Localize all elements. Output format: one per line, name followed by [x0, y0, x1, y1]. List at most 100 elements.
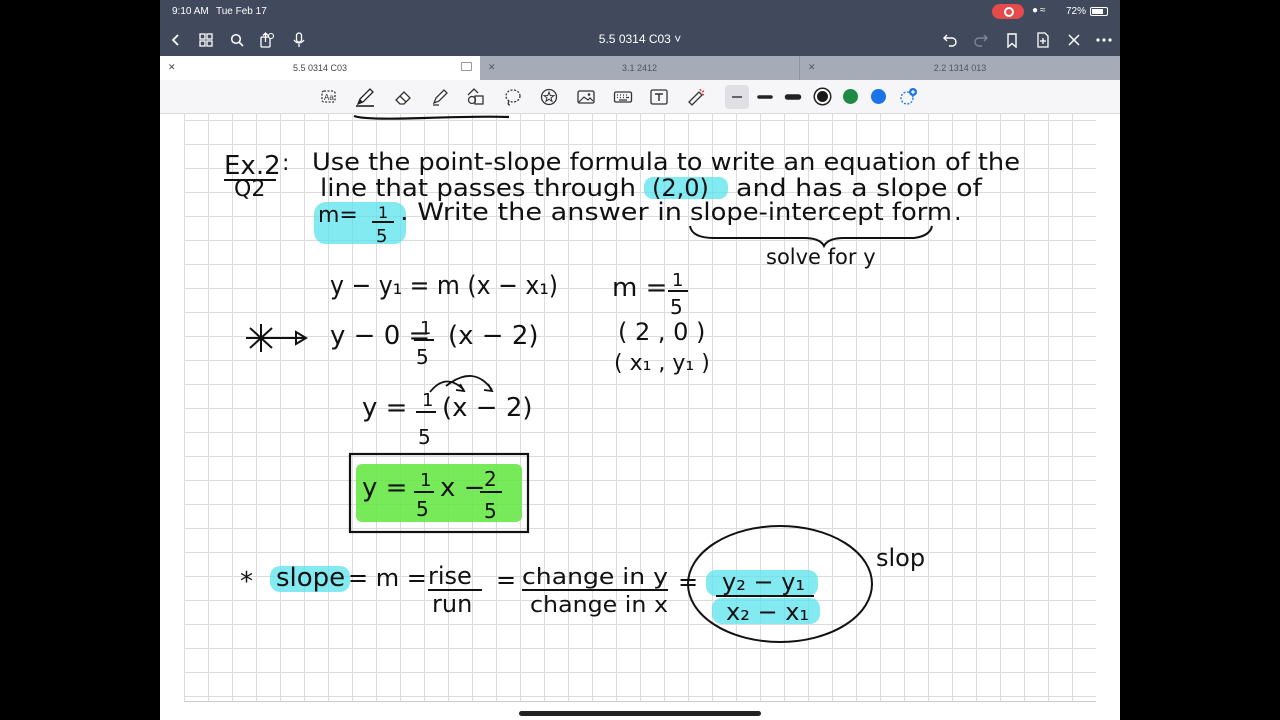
- given-m: m =: [612, 273, 667, 303]
- lasso-tool[interactable]: [501, 85, 525, 109]
- battery-icon: [1090, 7, 1108, 16]
- handwriting-layer: Ex.2 Q2 : Use the point-slope formula to…: [224, 114, 1020, 643]
- add-page-icon: [1037, 32, 1049, 48]
- pen-tool[interactable]: [353, 85, 377, 109]
- wifi-icon: ●≈: [1032, 5, 1048, 16]
- problem-frac-den: 5: [376, 226, 387, 247]
- battery-percentage: 72%: [1066, 6, 1087, 17]
- home-indicator[interactable]: [519, 711, 761, 716]
- highlighter-icon: [432, 89, 448, 106]
- step1-num: 1: [420, 318, 431, 339]
- pen-icon: [356, 88, 374, 107]
- tab-5-5-0314-c03[interactable]: ✕ 5.5 0314 C03: [160, 56, 480, 80]
- definition-x-diff: x₂ − x₁: [726, 598, 809, 626]
- close-icon: [1068, 34, 1080, 46]
- tab-label: 5.5 0314 C03: [292, 63, 348, 73]
- form-brace: [689, 225, 933, 249]
- laser-pointer-icon: [688, 88, 705, 106]
- stroke-thick-option[interactable]: [781, 85, 805, 109]
- definition-change-x: change in x: [530, 593, 668, 618]
- tab-3-1-2412[interactable]: ✕ 3.1 2412: [480, 56, 800, 80]
- keyboard-icon: [613, 91, 633, 103]
- question-label: Q2: [234, 177, 265, 202]
- answer-num2: 2: [484, 467, 497, 491]
- thin-line-icon: [732, 96, 742, 98]
- tab-bar: ✕ 5.5 0314 C03 ✕ 3.1 2412 ✕ 2.2 1314 013: [160, 56, 1120, 80]
- svg-text:Aa: Aa: [324, 93, 334, 102]
- undo-button[interactable]: [938, 28, 962, 52]
- tab-2-2-1314-013[interactable]: ✕ 2.2 1314 013: [800, 56, 1120, 80]
- eraser-tool[interactable]: [391, 85, 415, 109]
- medium-line-icon: [757, 95, 773, 99]
- notebook-page[interactable]: Ex.2 Q2 : Use the point-slope formula to…: [184, 114, 1096, 702]
- add-color-icon: [900, 88, 917, 105]
- add-color-button[interactable]: [896, 85, 920, 109]
- drawing-toolbar: Aa: [160, 80, 1120, 114]
- problem-period: .: [954, 198, 962, 226]
- navigation-bar: 5.5 0314 C03 ˅: [160, 24, 1120, 56]
- color-swatch-black[interactable]: [815, 89, 830, 104]
- tab-label: 3.1 2412: [621, 63, 658, 73]
- shapes-tool[interactable]: [464, 85, 488, 109]
- given-point: ( 2 , 0 ): [618, 318, 705, 346]
- status-date: Tue Feb 17: [216, 6, 267, 17]
- given-labels: ( x₁ , y₁ ): [614, 351, 710, 376]
- add-page-button[interactable]: [1031, 28, 1055, 52]
- more-options-button[interactable]: [1092, 28, 1116, 52]
- step2-den: 5: [418, 425, 431, 449]
- colon: :: [282, 151, 289, 176]
- eraser-icon: [395, 91, 411, 105]
- split-view-icon[interactable]: [461, 62, 472, 71]
- definition-y-diff: y₂ − y₁: [722, 568, 805, 596]
- laser-pointer-tool[interactable]: [684, 85, 708, 109]
- answer-den1: 5: [416, 497, 429, 521]
- step1-den: 5: [416, 345, 429, 369]
- step2-num: 1: [422, 390, 433, 411]
- lasso-text-icon: Aa: [321, 90, 336, 103]
- color-swatch-blue[interactable]: [871, 89, 886, 104]
- tab-label: 2.2 1314 013: [933, 63, 987, 73]
- more-icon: [1096, 38, 1112, 42]
- answer-num1: 1: [420, 470, 431, 491]
- highlighter-tool[interactable]: [428, 85, 452, 109]
- redo-icon: [974, 34, 988, 47]
- sticker-icon: [540, 88, 558, 106]
- keyboard-tool[interactable]: [611, 85, 635, 109]
- lasso-text-tool[interactable]: Aa: [318, 85, 342, 109]
- color-swatch-green[interactable]: [843, 89, 858, 104]
- solve-note: solve for y: [766, 245, 876, 269]
- problem-frac-num: 1: [378, 203, 388, 222]
- answer-left: y =: [362, 473, 407, 503]
- bookmark-button[interactable]: [1000, 28, 1024, 52]
- close-document-button[interactable]: [1062, 28, 1086, 52]
- definition-run: run: [432, 590, 472, 618]
- step1-right: (x − 2): [448, 321, 539, 351]
- text-box-tool[interactable]: [647, 85, 671, 109]
- redo-button[interactable]: [969, 28, 993, 52]
- definition-eq2: =: [496, 566, 516, 594]
- step2-left: y =: [362, 393, 407, 423]
- answer-mid: x −: [440, 473, 485, 503]
- lasso-icon: [505, 89, 521, 106]
- sticker-tool[interactable]: [537, 85, 561, 109]
- status-time: 9:10 AM: [172, 6, 209, 17]
- ipad-screen: 9:10 AM Tue Feb 17 ●≈ 72% 5.5 0314 C03 ˅: [160, 0, 1120, 720]
- shapes-icon: [467, 88, 484, 105]
- definition-rise: rise: [428, 562, 472, 590]
- text-box-icon: [650, 89, 668, 105]
- definition-star: *: [240, 567, 253, 597]
- given-num: 1: [672, 270, 683, 291]
- stroke-thin-option[interactable]: [725, 85, 749, 109]
- star-arrow-icon: [246, 324, 308, 352]
- definition-slope: slope: [276, 563, 345, 593]
- definition-eq1: = m =: [348, 564, 427, 592]
- image-tool[interactable]: [574, 85, 598, 109]
- stroke-medium-option[interactable]: [753, 85, 777, 109]
- thick-line-icon: [784, 94, 802, 100]
- stray-underline: [353, 114, 510, 120]
- distribution-arrows: [429, 375, 494, 393]
- image-icon: [577, 90, 595, 104]
- screen-recording-icon[interactable]: [992, 4, 1024, 19]
- undo-icon: [943, 34, 957, 47]
- problem-m: m=: [318, 203, 358, 228]
